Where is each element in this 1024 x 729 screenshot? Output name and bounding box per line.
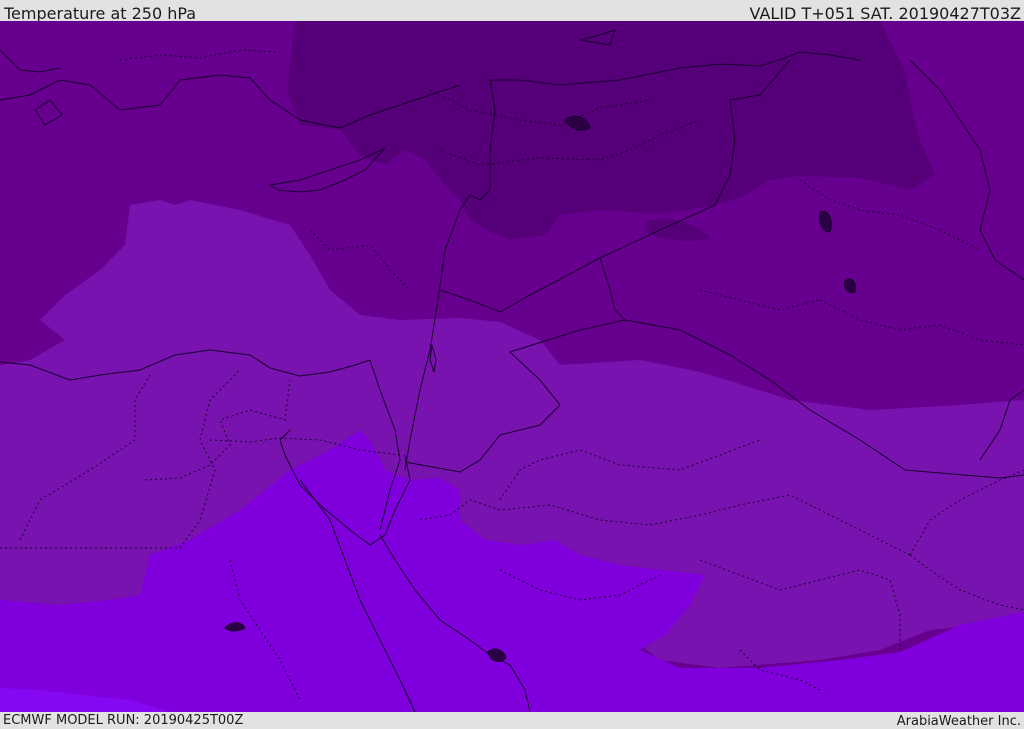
model-run: ECMWF MODEL RUN: 20190425T00Z <box>3 713 244 728</box>
temperature-map <box>0 21 1024 712</box>
credit: ArabiaWeather Inc. <box>896 714 1021 729</box>
